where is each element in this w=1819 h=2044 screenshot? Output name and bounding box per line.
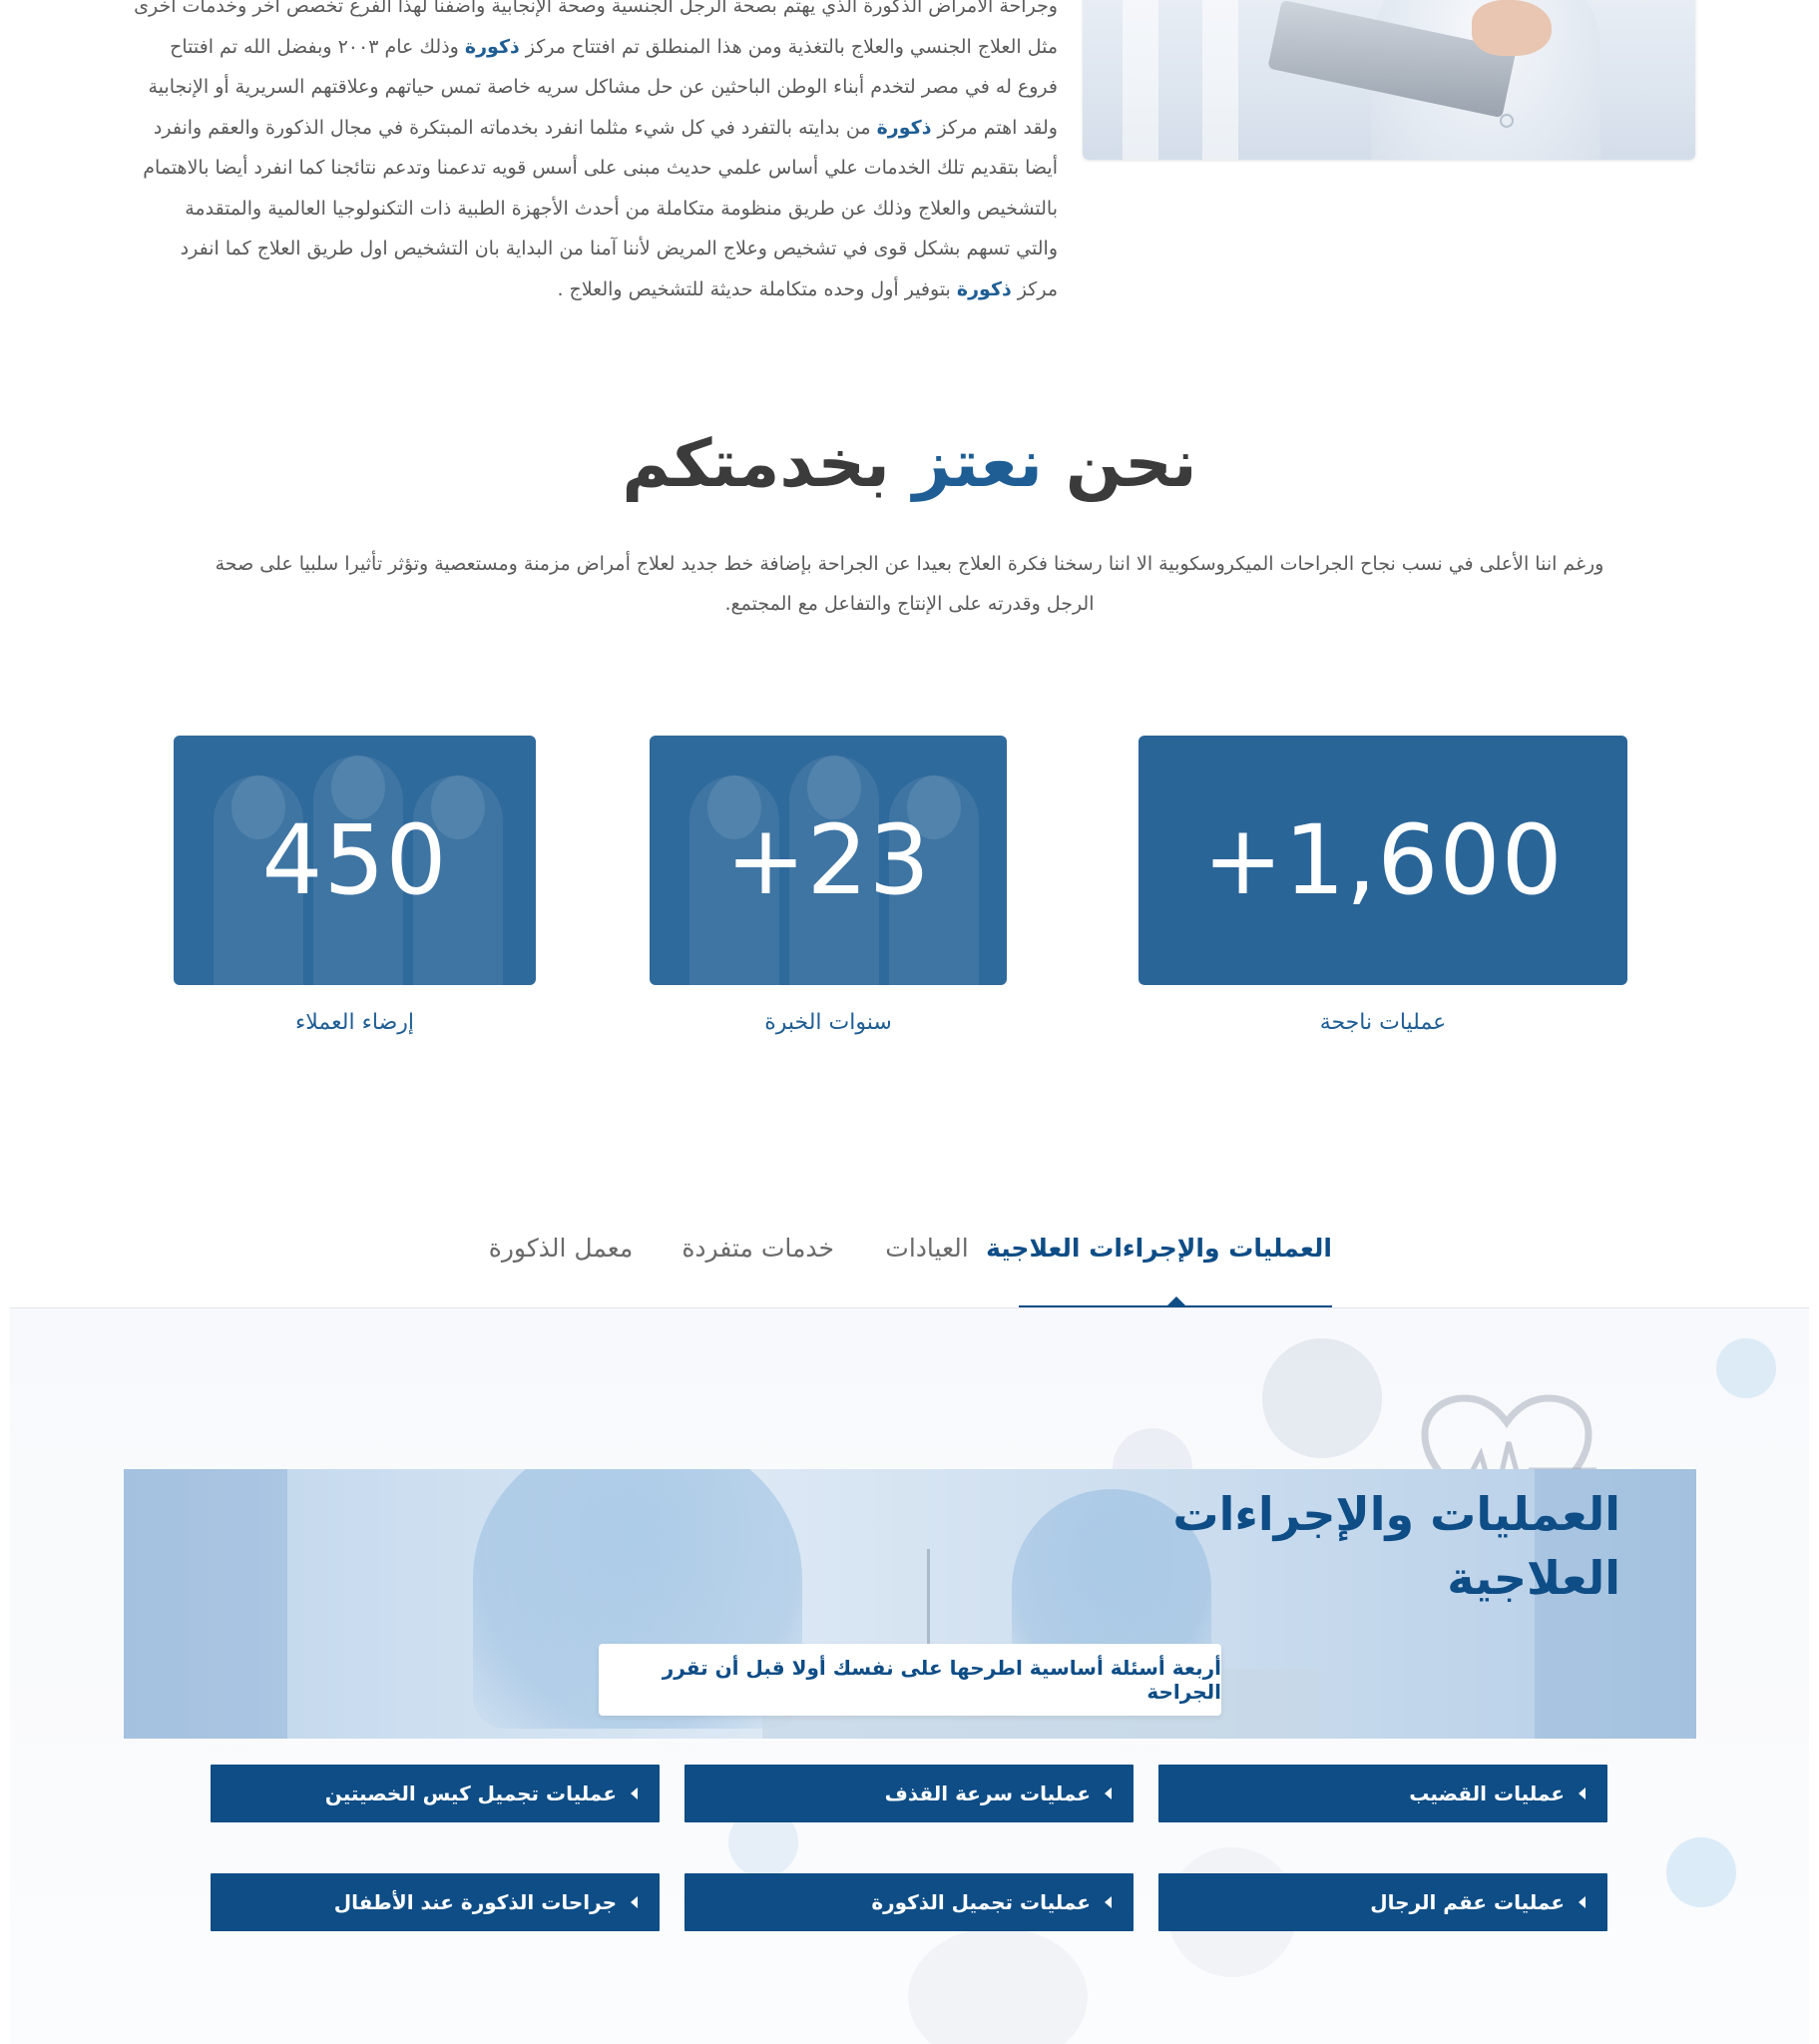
pride-heading-accent: نعتز [912,425,1043,502]
doctor-tablet-image [1083,0,1695,160]
caret-left-icon [631,1788,638,1799]
stat-label: سنوات الخبرة [764,1010,892,1035]
surgery-questions-link[interactable]: أربعة أسئلة أساسية اطرحها على نفسك أولا … [599,1644,1221,1716]
about-paragraph: وجراحة الأمراض الذكورة الذي يهتم بصحة ال… [118,0,1058,309]
masculinity-cosmetic-operations-button[interactable]: عمليات تجميل الذكورة [684,1873,1134,1931]
brand-name: ذكورة [956,277,1012,300]
male-infertility-operations-button[interactable]: عمليات عقم الرجال [1158,1873,1607,1931]
stat-card-satisfaction: 450 [174,736,536,985]
about-line: وجراحة الأمراض الذكورة الذي يهتم بصحة ال… [134,0,1058,17]
about-line: والتي تسهم بشكل قوى في تشخيص وعلاج المري… [180,238,1058,259]
stat-label: عمليات ناجحة [1319,1010,1447,1035]
about-section: وجراحة الأمراض الذكورة الذي يهتم بصحة ال… [0,0,1819,319]
brand-name: ذكورة [876,116,932,139]
about-line: أيضا بتقديم تلك الخدمات علي أساس علمي حد… [143,157,1058,179]
pediatric-masculinity-surgery-button[interactable]: جراحات الذكورة عند الأطفال [211,1873,660,1931]
scrotum-cosmetic-operations-button[interactable]: عمليات تجميل كيس الخصيتين [211,1765,660,1822]
tab-unique-services[interactable]: خدمات متفردة [682,1234,834,1263]
about-line: مثل العلاج الجنسي والعلاج بالتغذية ومن ه… [170,35,1058,58]
stat-card-operations: +1,600 [1138,736,1627,985]
operations-title: العمليات والإجراءات العلاجية [1172,1487,1620,1605]
about-line: ولقد اهتم مركز ذكورة من بدايته بالتفرد ف… [153,116,1058,139]
stat-value: +23 [725,804,931,916]
caret-left-icon [1579,1788,1586,1799]
stat-card-experience: +23 [650,736,1007,985]
tab-operations[interactable]: العمليات والإجراءات العلاجية [986,1234,1332,1263]
stat-value: +1,600 [1202,804,1564,916]
pride-description: ورغم اننا الأعلى في نسب نجاح الجراحات ال… [215,553,1604,615]
stat-value: 450 [261,804,448,916]
brand-name: ذكورة [464,35,520,58]
about-line: فروع له في مصر لتخدم أبناء الوطن الباحثي… [148,76,1058,98]
tab-clinics[interactable]: العيادات [882,1234,972,1263]
caret-left-icon [631,1896,638,1908]
caret-left-icon [1579,1896,1586,1908]
caret-left-icon [1105,1896,1112,1908]
about-line: بالتشخيص والعلاج وذلك عن طريق منظومة متك… [185,197,1058,220]
about-line: مركز ذكورة بتوفير أول وحده متكاملة حديثة… [557,277,1058,300]
caret-left-icon [1105,1788,1112,1799]
pride-heading: نحن نعتز بخدمتكم [622,425,1197,502]
penis-operations-button[interactable]: عمليات القضيب [1158,1765,1607,1822]
premature-ejaculation-operations-button[interactable]: عمليات سرعة القذف [684,1765,1134,1822]
stat-label: إرضاء العملاء [294,1010,415,1035]
active-tab-caret-icon [1167,1296,1185,1305]
tab-lab[interactable]: معمل الذكورة [485,1234,637,1263]
services-tabs: العمليات والإجراءات العلاجية العيادات خد… [0,1216,1819,1308]
